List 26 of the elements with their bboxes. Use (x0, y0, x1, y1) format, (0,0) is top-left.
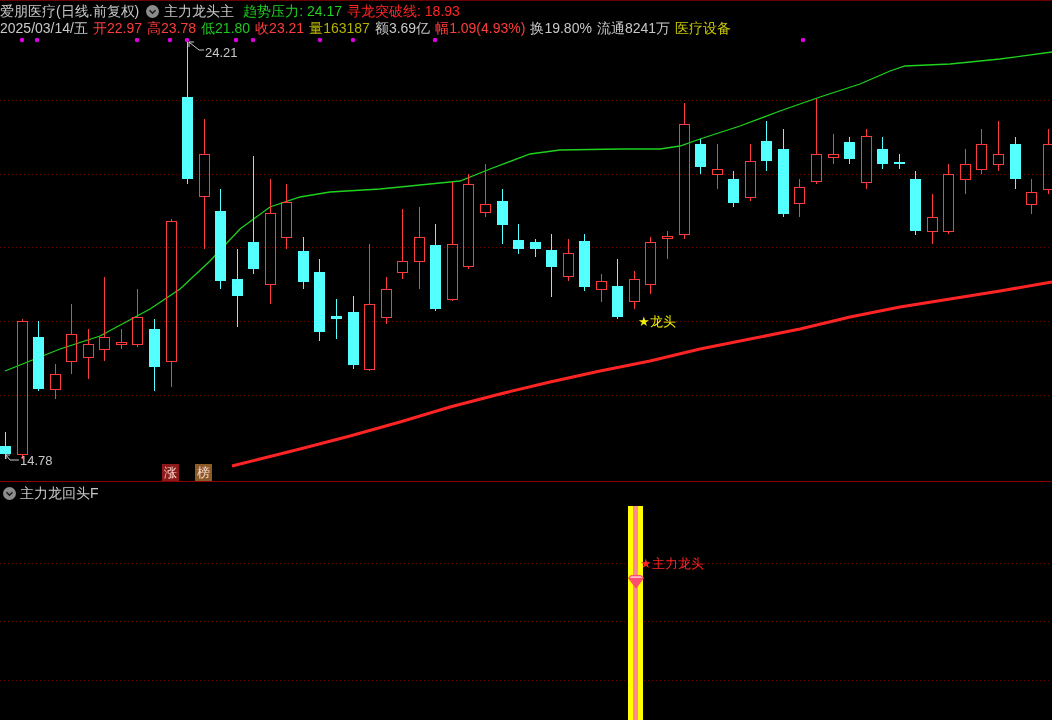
stock-title: 爱朋医疗(日线.前复权) (0, 3, 140, 20)
quote-field: 2025/03/14/五 (0, 20, 88, 37)
indicator-name: 主力龙头主 (164, 3, 235, 20)
quote-field: 幅1.09(4.93%) (435, 20, 526, 37)
rank-tag: 涨 (162, 464, 179, 481)
quote-field: 流通8241万 (596, 20, 671, 37)
high-price-label: 24.21 (205, 45, 238, 60)
quote-field: 医疗设备 (675, 20, 732, 37)
quote-field: 量163187 (309, 20, 370, 37)
indicator-title: 主力龙回头F (20, 484, 99, 502)
indicator-value: 趋势压力: 24.17 (243, 3, 343, 20)
indicator-value: 寻龙突破线: 18.93 (347, 3, 460, 20)
quote-field: 高23.78 (147, 20, 197, 37)
diamond-icon (628, 575, 644, 589)
quote-field: 低21.80 (201, 20, 251, 37)
quote-field: 换19.80% (530, 20, 592, 37)
quote-field: 收23.21 (255, 20, 305, 37)
low-price-label: 14.78 (20, 453, 53, 468)
quote-field: 额3.69亿 (374, 20, 431, 37)
rank-tag: 榜 (195, 464, 212, 481)
leader-arrow-icon (188, 41, 205, 51)
leader-arrow-icon (5, 454, 20, 461)
quote-field: 开22.97 (92, 20, 142, 37)
dropdown-icon[interactable] (146, 5, 160, 18)
dropdown-icon[interactable] (3, 486, 16, 500)
signal-label: ★龙头 (638, 314, 676, 329)
